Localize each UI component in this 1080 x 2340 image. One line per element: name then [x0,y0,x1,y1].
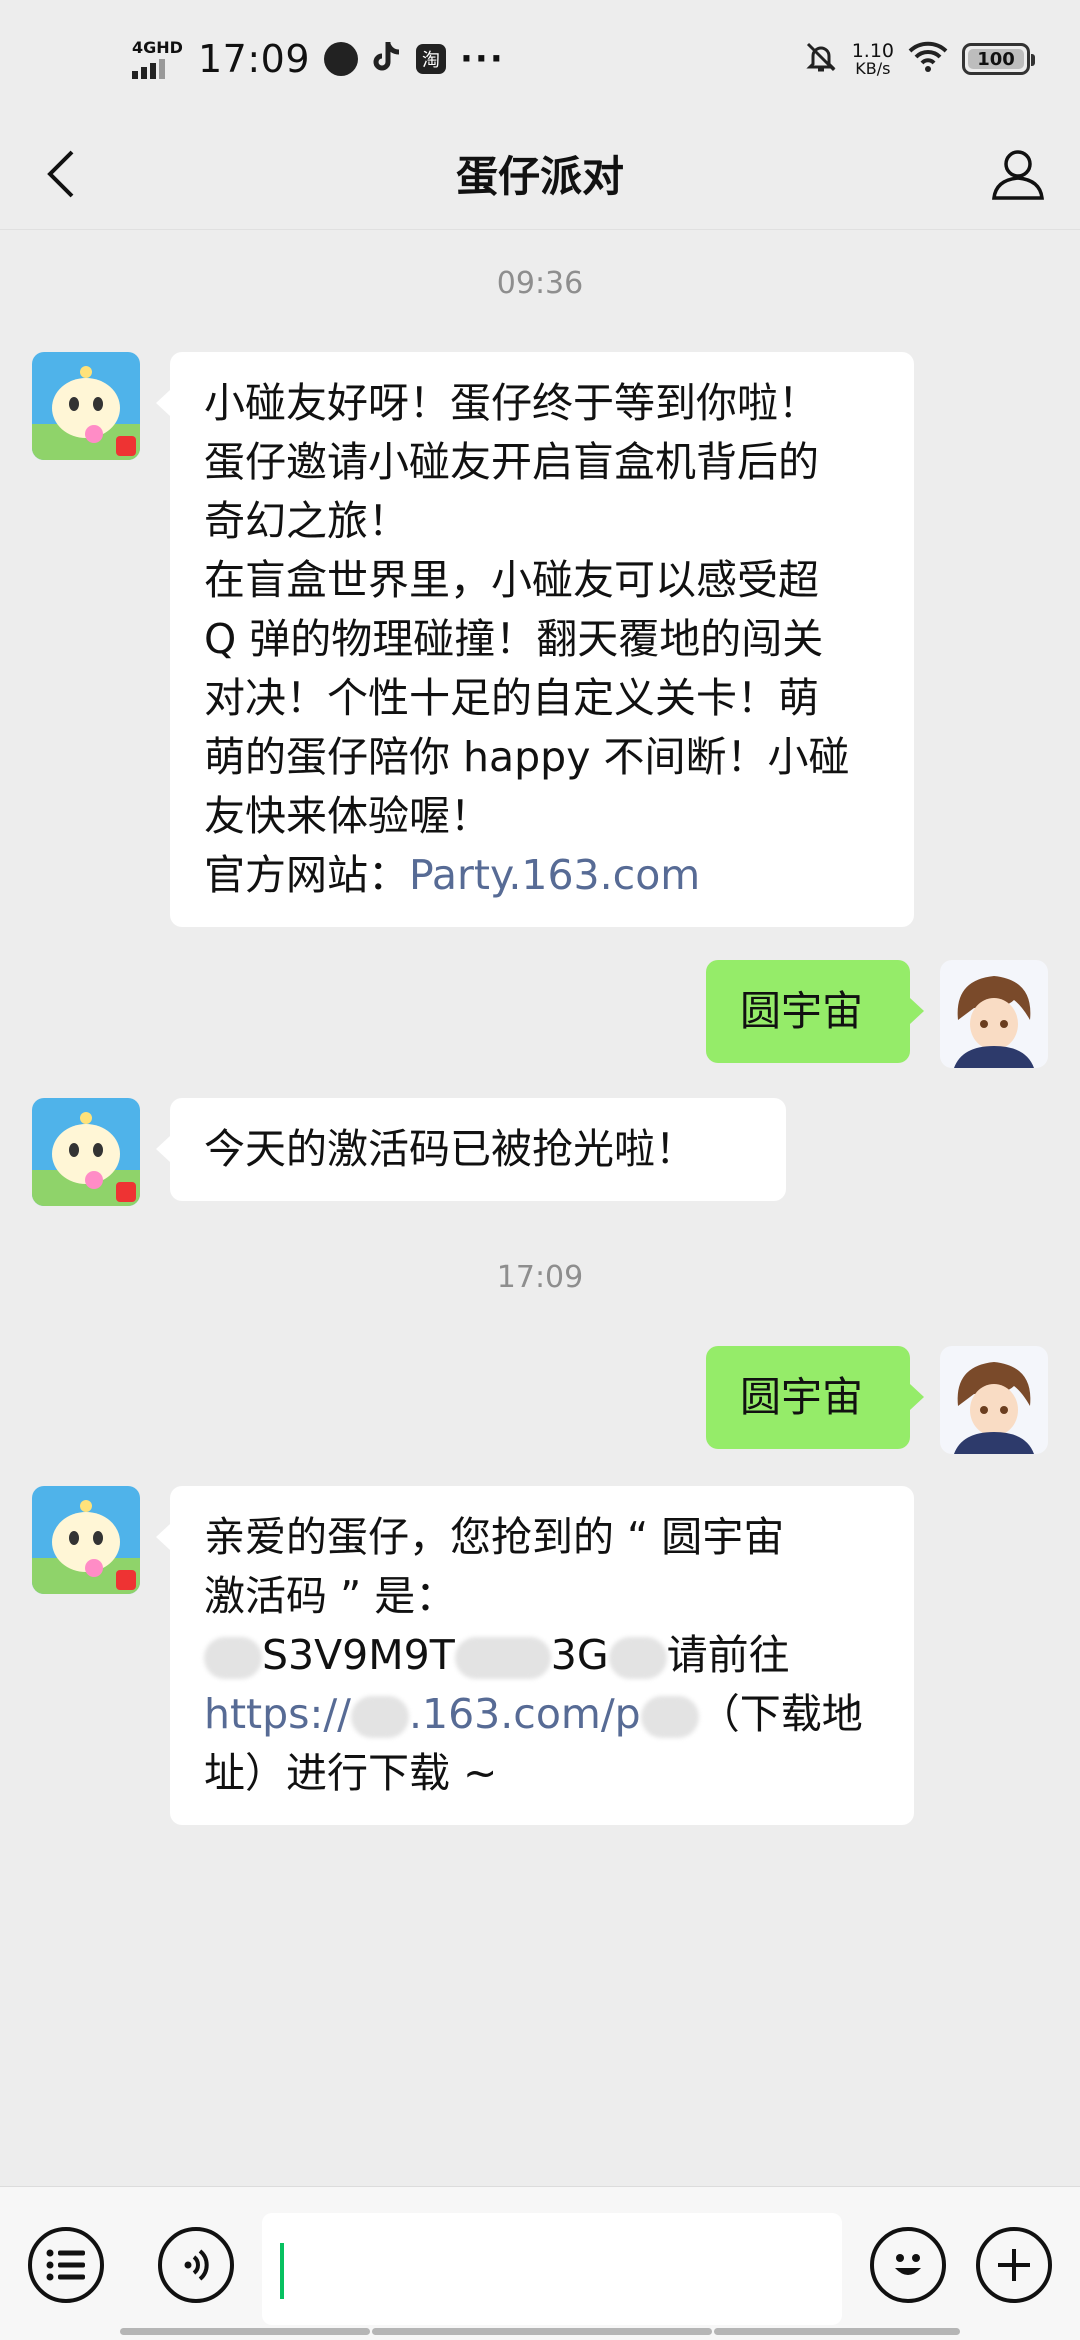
message-bubble-outgoing[interactable]: 圆宇宙 [706,1346,924,1449]
voice-button[interactable] [158,2227,234,2303]
person-icon [992,150,1044,200]
avatar-user[interactable] [940,960,1048,1068]
message-line: 对决！个性十足的自定义关卡！萌 [204,674,819,722]
battery-level: 100 [977,48,1015,70]
message-line: 址）进行下载 ~ [204,1749,498,1797]
code-fragment: 3G [550,1631,609,1679]
message-text: 请前往 [666,1631,790,1679]
chat-title: 蛋仔派对 [455,152,624,201]
emoji-icon [895,2254,921,2275]
message-line: 在盲盒世界里，小碰友可以感受超 [204,556,819,604]
network-label: 4GHD [132,37,183,57]
more-notifications-icon: ··· [460,39,505,79]
message-line: 官方网站：Party.163.com [204,846,880,905]
chat-info-button[interactable] [982,138,1054,210]
message-line: 奇幻之旅！ [204,497,409,545]
taobao-icon: 淘 [416,44,447,74]
battery-icon: 100 [962,43,1035,75]
download-link[interactable]: .163.com/p [409,1690,641,1738]
official-site-link[interactable]: Party.163.com [409,851,700,899]
site-label: 官方网站： [204,851,409,899]
message-line: 小碰友好呀！蛋仔终于等到你啦！ [204,379,819,427]
download-link[interactable]: https:// [204,1690,351,1738]
message-bubble-incoming[interactable]: 小碰友好呀！蛋仔终于等到你啦！ 蛋仔邀请小碰友开启盲盒机背后的 奇幻之旅！ 在盲… [156,352,914,927]
signal-icon [132,58,165,79]
message-line: Q 弹的物理碰撞！翻天覆地的闯关 [204,615,824,663]
status-bar: 4GHD 17:09 淘 ··· 1.10 KB/s 100 [0,0,1080,118]
timestamp: 17:09 [496,1260,584,1295]
message-bubble-incoming[interactable]: 亲爱的蛋仔，您抢到的 “ 圆宇宙 激活码 ” 是： S3V9M9T 3G 请前往 h… [156,1486,914,1825]
gesture-bar [372,2328,712,2335]
emoji-button[interactable] [870,2227,946,2303]
speed-value: 1.10 [851,39,894,62]
status-left: 4GHD 17:09 淘 ··· [132,37,505,81]
redacted-blur [454,1637,551,1679]
avatar-eggy[interactable] [32,1486,140,1594]
network-speed: 1.10 KB/s [851,39,894,78]
mute-bell-icon [804,40,838,78]
message-line: 友快来体验喔！ [204,792,491,840]
redacted-blur [350,1696,409,1738]
input-bar [0,2186,1080,2340]
message-line: 激活码 ” 是： [204,1572,457,1620]
message-input[interactable] [262,2213,842,2325]
add-button[interactable] [976,2227,1052,2303]
timestamp: 09:36 [496,266,584,301]
message-bubble-outgoing[interactable]: 圆宇宙 [706,960,924,1063]
speed-unit: KB/s [855,58,891,78]
redacted-blur [608,1637,667,1679]
message-text: （下载地 [698,1690,863,1738]
activation-code-line: S3V9M9T 3G 请前往 [204,1626,880,1685]
gesture-bar [714,2328,960,2335]
message-line: 亲爱的蛋仔，您抢到的 “ 圆宇宙 [204,1513,785,1561]
download-link-line: https:// .163.com/p （下载地 [204,1685,880,1744]
avatar-eggy[interactable] [32,352,140,460]
message-line: 蛋仔邀请小碰友开启盲盒机背后的 [204,438,819,486]
chat-header: 蛋仔派对 [0,118,1080,230]
plus-icon [998,2249,1030,2281]
network-indicator: 4GHD [132,37,184,79]
message-bubble-incoming[interactable]: 今天的激活码已被抢光啦！ [156,1098,786,1201]
back-button[interactable] [30,142,94,206]
avatar-eggy[interactable] [32,1098,140,1206]
voice-icon [184,2249,209,2281]
wifi-icon [908,41,948,77]
gesture-bar [120,2328,370,2335]
menu-button[interactable] [28,2227,104,2303]
message-line: 萌的蛋仔陪你 happy 不间断！小碰 [204,733,850,781]
code-fragment: S3V9M9T [262,1631,455,1679]
chevron-left-icon [47,150,74,198]
status-time: 17:09 [198,37,311,81]
redacted-blur [640,1696,699,1738]
tiktok-icon [372,40,402,78]
text-cursor [280,2243,284,2299]
redacted-blur [204,1637,262,1679]
avatar-user[interactable] [940,1346,1048,1454]
list-menu-icon [46,2249,85,2281]
app-notification-icon [324,42,359,76]
status-right: 1.10 KB/s 100 [804,39,1035,78]
